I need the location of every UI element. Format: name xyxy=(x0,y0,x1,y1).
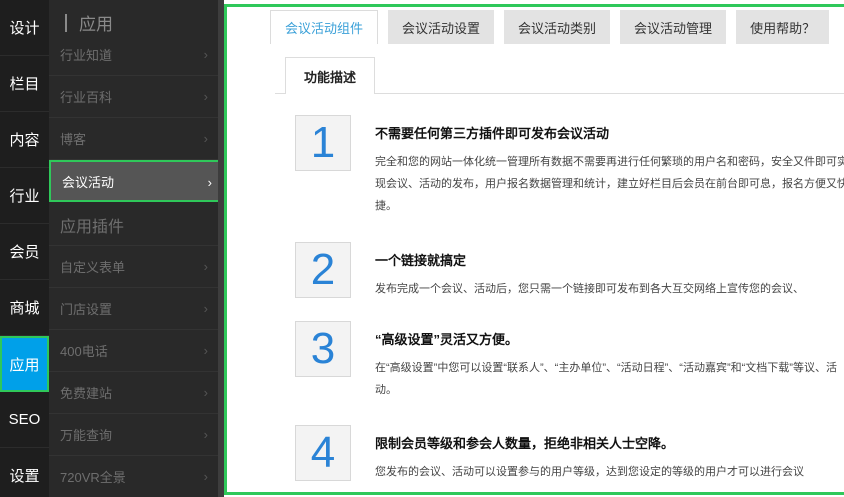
feature-title: 一个链接就搞定 xyxy=(375,253,467,268)
sub-item-label: 自定义表单 xyxy=(60,260,126,275)
feature-number: 4 xyxy=(295,425,351,481)
feature-desc: 您发布的会议、活动可以设置参与的用户等级，达到您设定的等级的用户才可以进行会议 xyxy=(375,466,804,478)
sub-item-store-settings[interactable]: 门店设置 › xyxy=(49,288,218,330)
sub-item-label: 行业知道 xyxy=(60,48,113,63)
sub-item-label: 门店设置 xyxy=(60,302,113,317)
subtab-feature-description[interactable]: 功能描述 xyxy=(285,57,375,94)
nav-item-seo[interactable]: SEO xyxy=(0,392,49,448)
sub-item-industry-wiki[interactable]: 行业百科 › xyxy=(49,76,218,118)
sub-item-blog[interactable]: 博客 › xyxy=(49,118,218,160)
tab-help[interactable]: 使用帮助？ xyxy=(736,10,830,44)
tab-meeting-components[interactable]: 会议活动组件 xyxy=(270,10,379,44)
chevron-right-icon: › xyxy=(203,259,208,274)
feature-title: 不需要任何第三方插件即可发布会议活动 xyxy=(375,126,610,141)
chevron-right-icon: › xyxy=(203,47,208,62)
nav-item-columns[interactable]: 栏目 xyxy=(0,56,49,112)
chevron-right-icon: › xyxy=(203,131,208,146)
sub-item-label: 博客 xyxy=(60,132,87,147)
chevron-right-icon: › xyxy=(203,343,208,358)
feature-desc: 在“高级设置”中您可以设置“联系人”、“主办单位”、“活动日程”、“活动嘉宾”和… xyxy=(375,362,837,396)
sub-item-universal-query[interactable]: 万能查询 › xyxy=(49,414,218,456)
feature-title: 限制会员等级和参会人数量，拒绝非相关人士空降。 xyxy=(375,436,675,451)
sub-item-400-phone[interactable]: 400电话 › xyxy=(49,330,218,372)
sub-item-industry-qa[interactable]: 行业知道 › xyxy=(49,34,218,76)
feature-desc: 完全和您的网站一体化统一管理所有数据不需要再进行任何繁琐的用户名和密码，安全又件… xyxy=(375,156,844,212)
nav-item-apps[interactable]: 应用 xyxy=(0,336,49,392)
sub-nav-title-text: 应用 xyxy=(79,15,113,34)
tab-meeting-management[interactable]: 会议活动管理 xyxy=(620,10,727,44)
chevron-right-icon: › xyxy=(203,427,208,442)
nav-item-members[interactable]: 会员 xyxy=(0,224,49,280)
sub-item-meeting-activity[interactable]: 会议活动 › xyxy=(49,160,218,202)
title-bar-divider xyxy=(65,13,67,32)
sub-item-label: 万能查询 xyxy=(60,428,113,443)
nav-item-industry[interactable]: 行业 xyxy=(0,168,49,224)
nav-item-settings[interactable]: 设置 xyxy=(0,448,49,497)
chevron-right-icon: › xyxy=(203,385,208,400)
sub-item-free-site[interactable]: 免费建站 › xyxy=(49,372,218,414)
sub-item-720vr[interactable]: 720VR全景 › xyxy=(49,456,218,497)
nav-item-shop[interactable]: 商城 xyxy=(0,280,49,336)
chevron-right-icon: › xyxy=(203,89,208,104)
feature-number: 3 xyxy=(295,321,351,377)
main-nav: 设计 栏目 内容 行业 会员 商城 应用 SEO 设置 xyxy=(0,0,49,497)
sub-nav: 应用 行业知道 › 行业百科 › 博客 › 会议活动 › 应用插件 自定义表单 … xyxy=(49,0,218,497)
nav-item-design[interactable]: 设计 xyxy=(0,0,49,56)
sub-item-label: 行业百科 xyxy=(60,90,113,105)
chevron-right-icon: › xyxy=(207,175,212,190)
feature-desc: 发布完成一个会议、活动后，您只需一个链接即可发布到各大互交网络上宣传您的会议、 xyxy=(375,283,804,295)
chevron-right-icon: › xyxy=(203,301,208,316)
sub-item-custom-form[interactable]: 自定义表单 › xyxy=(49,246,218,288)
sub-item-label: 会议活动 xyxy=(62,174,115,190)
nav-item-content[interactable]: 内容 xyxy=(0,112,49,168)
sub-item-label: 720VR全景 xyxy=(60,470,126,485)
tab-meeting-categories[interactable]: 会议活动类别 xyxy=(504,10,611,44)
sub-item-label: 免费建站 xyxy=(60,386,113,401)
feature-number: 1 xyxy=(295,115,351,171)
content-panel: 会议活动组件 会议活动设置 会议活动类别 会议活动管理 使用帮助？ 功能描述 1… xyxy=(224,4,844,495)
sub-nav-title: 应用 xyxy=(65,10,113,35)
tab-bar: 会议活动组件 会议活动设置 会议活动类别 会议活动管理 使用帮助？ xyxy=(227,7,844,47)
sub-item-label: 400电话 xyxy=(60,344,108,359)
tab-meeting-settings[interactable]: 会议活动设置 xyxy=(388,10,495,44)
sub-group-app-plugins: 应用插件 xyxy=(49,204,218,246)
chevron-right-icon: › xyxy=(203,469,208,484)
feature-title: “高级设置”灵活又方便。 xyxy=(375,332,519,347)
feature-number: 2 xyxy=(295,242,351,298)
